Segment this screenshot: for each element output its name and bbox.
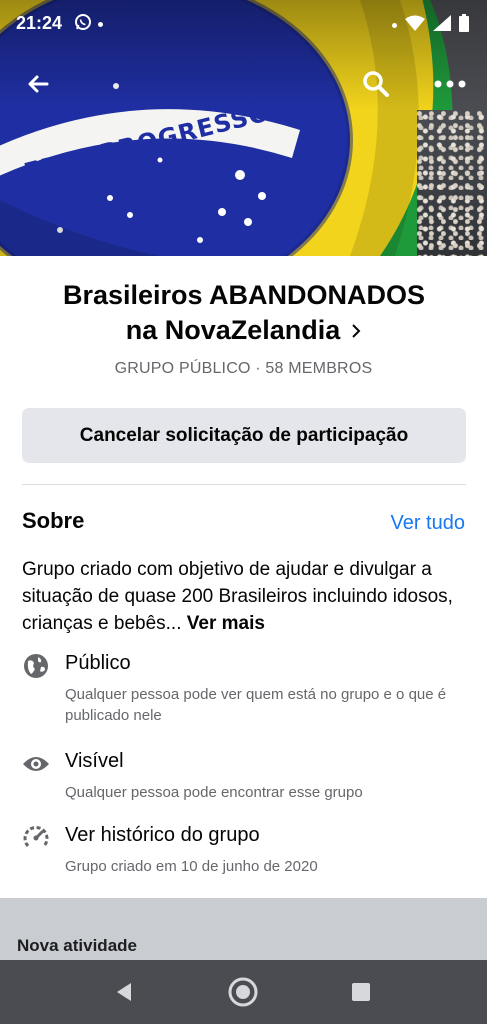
wifi-icon <box>405 15 425 36</box>
back-arrow-icon[interactable] <box>20 66 56 102</box>
info-subtitle: Grupo criado em 10 de junho de 2020 <box>65 858 318 875</box>
more-options-icon[interactable] <box>432 66 468 102</box>
home-circle-icon[interactable] <box>227 976 259 1008</box>
cancel-request-button[interactable]: Cancelar solicitação de participação <box>22 408 466 463</box>
info-title: Público <box>65 652 131 674</box>
globe-icon <box>22 652 50 680</box>
back-triangle-icon[interactable] <box>107 976 139 1008</box>
activity-heading: Nova atividade <box>17 936 137 955</box>
see-more-link[interactable]: Ver mais <box>187 613 265 634</box>
recents-square-icon[interactable] <box>345 976 377 1008</box>
see-all-link[interactable]: Ver tudo <box>390 512 465 535</box>
info-title: Ver histórico do grupo <box>65 824 260 846</box>
notification-dot-icon <box>98 22 103 27</box>
eye-icon <box>22 750 50 778</box>
group-title-line2: na NovaZelandia <box>125 315 341 345</box>
status-time: 21:24 <box>16 13 63 33</box>
battery-icon <box>459 14 469 37</box>
flag-banner-text: EM E PROGRESSO <box>21 98 273 186</box>
signal-icon <box>433 15 451 36</box>
android-navigation-bar <box>0 960 487 1024</box>
search-icon[interactable] <box>358 66 394 102</box>
group-description: Grupo criado com objetivo de ajudar e di… <box>22 556 470 637</box>
info-subtitle: Qualquer pessoa pode ver quem está no gr… <box>65 686 447 724</box>
whatsapp-icon <box>74 13 92 36</box>
group-title[interactable]: Brasileiros ABANDONADOS na NovaZelandia <box>24 278 464 349</box>
divider <box>22 484 466 485</box>
chevron-right-icon <box>350 314 362 349</box>
notification-dot-icon <box>392 23 397 28</box>
group-meta: GRUPO PÚBLICO · 58 MEMBROS <box>114 360 373 377</box>
info-subtitle: Qualquer pessoa pode encontrar esse grup… <box>65 784 363 801</box>
group-title-line1: Brasileiros ABANDONADOS <box>62 280 426 310</box>
info-title: Visível <box>65 750 124 772</box>
history-icon <box>22 824 50 852</box>
status-bar: 21:24 <box>0 0 487 48</box>
about-heading: Sobre <box>22 508 85 533</box>
